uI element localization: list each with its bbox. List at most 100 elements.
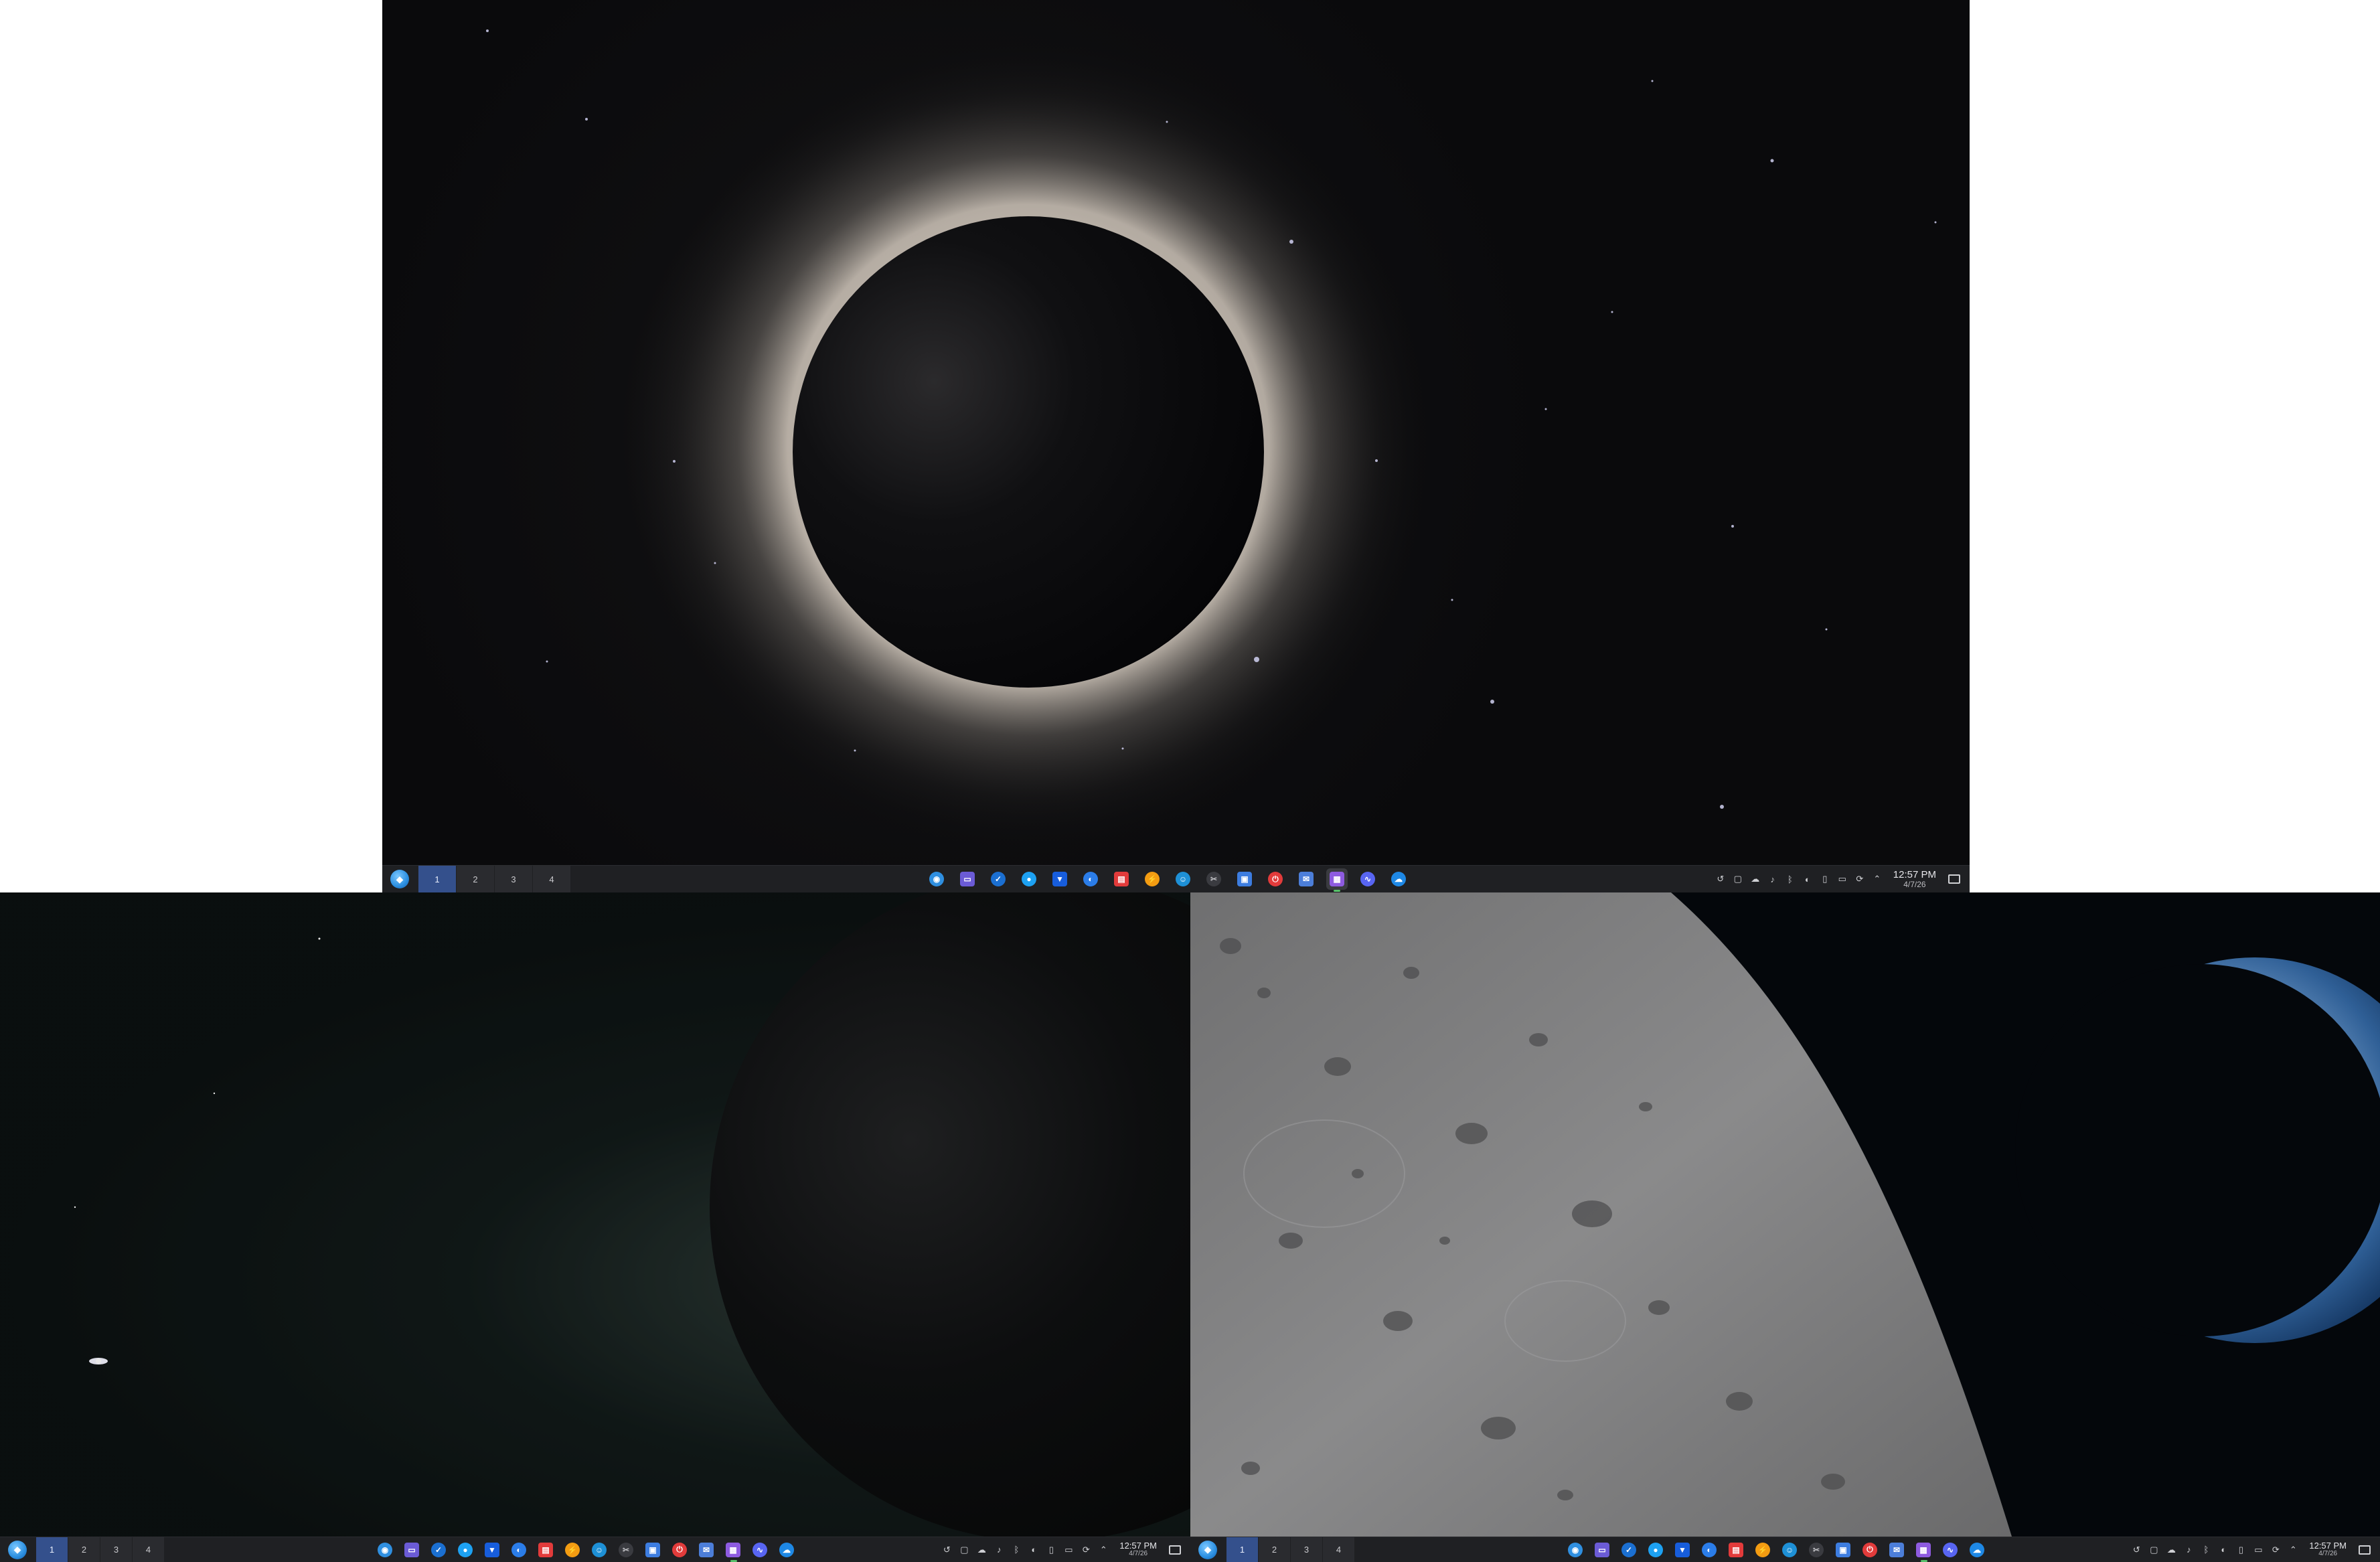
volume-muted-icon[interactable]: ♪ [994, 1545, 1004, 1555]
virtual-desktop-1[interactable]: 1 [36, 1537, 68, 1562]
bolt-icon[interactable]: ⚡ [1753, 1540, 1773, 1560]
tool-icon[interactable]: ✂ [616, 1540, 636, 1560]
power-icon[interactable]: ⏻ [669, 1540, 690, 1560]
mail-icon[interactable]: ✉ [696, 1540, 716, 1560]
messenger-icon[interactable]: ◐ [1080, 868, 1101, 890]
monitor-icon[interactable]: ∿ [750, 1540, 770, 1560]
tool-icon[interactable]: ✂ [1203, 868, 1224, 890]
clipboard-icon[interactable]: ▢ [2148, 1545, 2159, 1555]
clock[interactable]: 12:57 PM 4/7/26 [1893, 870, 1936, 888]
start-button[interactable]: ◆ [8, 1540, 27, 1559]
cloud-icon[interactable]: ☁ [1967, 1540, 1987, 1560]
clock[interactable]: 12:57 PM 4/7/26 [2309, 1541, 2347, 1557]
window-icon[interactable]: ▣ [1833, 1540, 1853, 1560]
virtual-desktop-1[interactable]: 1 [1226, 1537, 1259, 1562]
volume-muted-icon[interactable]: ♪ [2183, 1545, 2194, 1555]
files-icon[interactable]: ▭ [402, 1540, 422, 1560]
browser-icon[interactable]: ◉ [1565, 1540, 1585, 1560]
steam-icon[interactable]: ✓ [987, 868, 1009, 890]
screenshot-icon[interactable]: ▦ [723, 1540, 743, 1562]
chevron-up-icon[interactable]: ⌃ [1098, 1545, 1109, 1555]
media-icon[interactable]: ▤ [1726, 1540, 1746, 1560]
battery-icon[interactable]: ▯ [2235, 1545, 2246, 1555]
virtual-desktop-3[interactable]: 3 [100, 1537, 133, 1562]
virtual-desktop-2[interactable]: 2 [1259, 1537, 1291, 1562]
virtual-desktop-2[interactable]: 2 [68, 1537, 100, 1562]
brightness-icon[interactable]: ◐ [1028, 1545, 1039, 1555]
display-icon[interactable]: ▭ [1837, 874, 1848, 884]
notification-center-icon[interactable] [2359, 1545, 2371, 1555]
bluetooth-icon[interactable]: ᛒ [1785, 874, 1796, 884]
screenshot-icon[interactable]: ▦ [1326, 868, 1348, 892]
brightness-icon[interactable]: ◐ [2218, 1545, 2229, 1555]
media-icon[interactable]: ▤ [536, 1540, 556, 1560]
monitor-icon[interactable]: ∿ [1940, 1540, 1960, 1560]
virtual-desktop-4[interactable]: 4 [533, 866, 571, 892]
bolt-icon[interactable]: ⚡ [1141, 868, 1163, 890]
browser-icon[interactable]: ◉ [375, 1540, 395, 1560]
bluetooth-icon[interactable]: ᛒ [1011, 1545, 1022, 1555]
messenger-icon[interactable]: ◐ [509, 1540, 529, 1560]
volume-muted-icon[interactable]: ♪ [1767, 874, 1778, 884]
chevron-up-icon[interactable]: ⌃ [1872, 874, 1883, 884]
steam-icon[interactable]: ✓ [1619, 1540, 1639, 1560]
virtual-desktop-4[interactable]: 4 [1323, 1537, 1355, 1562]
cloud-sync-icon[interactable]: ☁ [976, 1545, 987, 1555]
window-icon[interactable]: ▣ [643, 1540, 663, 1560]
notification-center-icon[interactable] [1169, 1545, 1181, 1555]
chat-icon[interactable]: ● [1018, 868, 1040, 890]
tool-icon[interactable]: ✂ [1806, 1540, 1826, 1560]
cloud-sync-icon[interactable]: ☁ [1750, 874, 1761, 884]
display-icon[interactable]: ▭ [2253, 1545, 2264, 1555]
screenshot-icon[interactable]: ▦ [1913, 1540, 1933, 1562]
clock[interactable]: 12:57 PM 4/7/26 [1119, 1541, 1157, 1557]
bluetooth-icon[interactable]: ᛒ [2201, 1545, 2211, 1555]
notification-center-icon[interactable] [1948, 874, 1960, 884]
bitwarden-icon[interactable]: ▼ [1672, 1540, 1692, 1560]
power-icon[interactable]: ⏻ [1860, 1540, 1880, 1560]
chevron-up-icon[interactable]: ⌃ [2288, 1545, 2298, 1555]
history-icon[interactable]: ↺ [2131, 1545, 2142, 1555]
chat-icon[interactable]: ● [455, 1540, 475, 1560]
steam-icon[interactable]: ✓ [428, 1540, 449, 1560]
monitor-icon[interactable]: ∿ [1357, 868, 1378, 890]
messenger-icon[interactable]: ◐ [1699, 1540, 1719, 1560]
accessibility-icon[interactable]: ☺ [1172, 868, 1194, 890]
virtual-desktop-2[interactable]: 2 [457, 866, 495, 892]
bitwarden-icon[interactable]: ▼ [482, 1540, 502, 1560]
virtual-desktop-1[interactable]: 1 [418, 866, 457, 892]
update-icon[interactable]: ⟳ [1854, 874, 1865, 884]
cloud-icon[interactable]: ☁ [777, 1540, 797, 1560]
update-icon[interactable]: ⟳ [1081, 1545, 1091, 1555]
battery-icon[interactable]: ▯ [1046, 1545, 1056, 1555]
battery-icon[interactable]: ▯ [1820, 874, 1830, 884]
browser-icon[interactable]: ◉ [926, 868, 947, 890]
cloud-icon[interactable]: ☁ [1388, 868, 1409, 890]
virtual-desktop-3[interactable]: 3 [495, 866, 533, 892]
virtual-desktop-4[interactable]: 4 [133, 1537, 165, 1562]
files-icon[interactable]: ▭ [1592, 1540, 1612, 1560]
clipboard-icon[interactable]: ▢ [959, 1545, 969, 1555]
chat-icon[interactable]: ● [1646, 1540, 1666, 1560]
mail-icon[interactable]: ✉ [1887, 1540, 1907, 1560]
display-icon[interactable]: ▭ [1063, 1545, 1074, 1555]
window-icon[interactable]: ▣ [1234, 868, 1255, 890]
mail-icon[interactable]: ✉ [1295, 868, 1317, 890]
virtual-desktop-3[interactable]: 3 [1291, 1537, 1323, 1562]
media-icon[interactable]: ▤ [1111, 868, 1132, 890]
brightness-icon[interactable]: ◐ [1802, 874, 1813, 884]
bolt-icon[interactable]: ⚡ [562, 1540, 582, 1560]
history-icon[interactable]: ↺ [1715, 874, 1726, 884]
accessibility-icon[interactable]: ☺ [589, 1540, 609, 1560]
files-icon[interactable]: ▭ [957, 868, 978, 890]
update-icon[interactable]: ⟳ [2270, 1545, 2281, 1555]
history-icon[interactable]: ↺ [941, 1545, 952, 1555]
accessibility-icon[interactable]: ☺ [1779, 1540, 1800, 1560]
cloud-sync-icon[interactable]: ☁ [2166, 1545, 2176, 1555]
start-button[interactable]: ◆ [1198, 1540, 1217, 1559]
clock-time: 12:57 PM [1893, 868, 1936, 880]
start-button[interactable]: ◆ [390, 870, 409, 888]
bitwarden-icon[interactable]: ▼ [1049, 868, 1070, 890]
power-icon[interactable]: ⏻ [1265, 868, 1286, 890]
clipboard-icon[interactable]: ▢ [1733, 874, 1743, 884]
